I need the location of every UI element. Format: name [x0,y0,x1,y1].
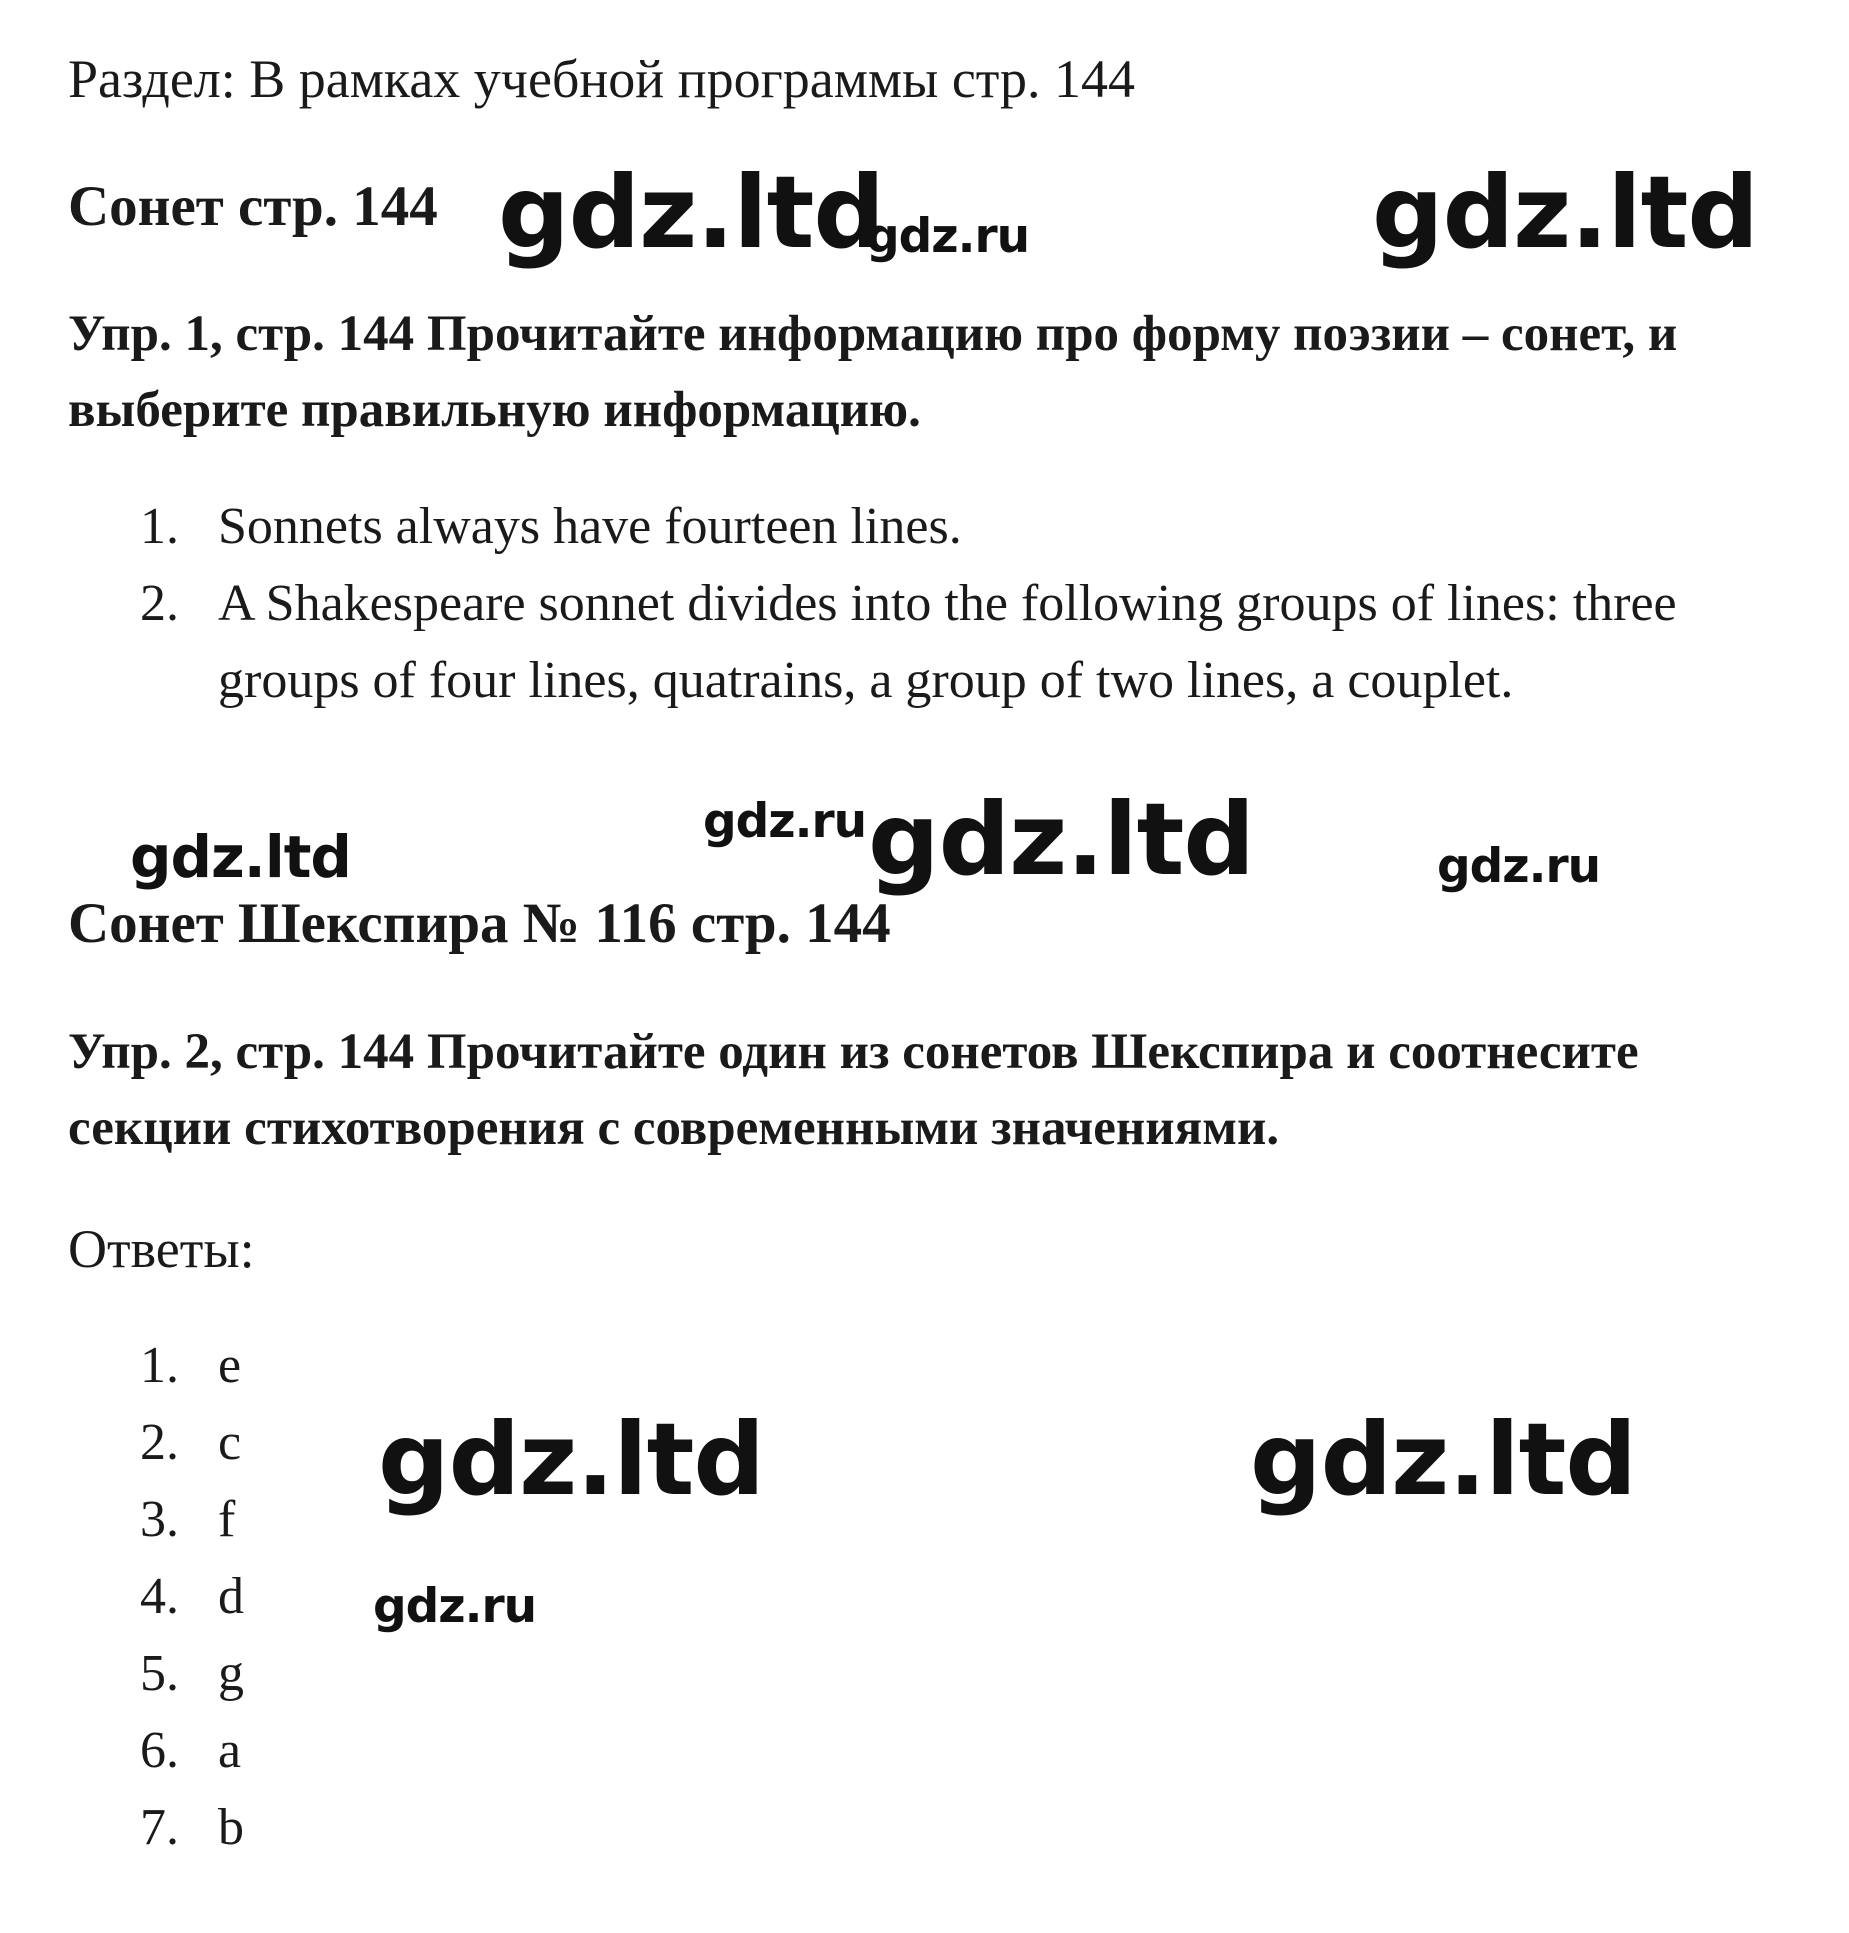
watermark-gdz-ltd: gdz.ltd [130,823,352,891]
list-item-number: 2. [140,1414,179,1471]
list-item: 7. b [140,1789,440,1866]
watermark-gdz-ru: gdz.ru [703,794,867,849]
list-item-number: 1. [140,498,179,555]
list-item: 1. Sonnets always have fourteen lines. [140,488,1820,565]
section-line: Раздел: В рамках учебной программы стр. … [68,49,1136,109]
watermark-gdz-ltd: gdz.ltd [378,1401,765,1518]
list-item: 6. a [140,1712,440,1789]
watermark-gdz-ru: gdz.ru [866,209,1030,264]
watermark-gdz-ltd: gdz.ltd [498,154,885,271]
watermark-gdz-ltd: gdz.ltd [1250,1401,1637,1518]
list-item-text: A Shakespeare sonnet divides into the fo… [218,575,1677,709]
heading-shakespeare-sonnet: Сонет Шекспира № 116 стр. 144 [68,892,891,955]
list-item-number: 5. [140,1645,179,1702]
list-item-text: b [218,1799,244,1856]
watermark-gdz-ltd: gdz.ltd [868,781,1255,898]
list-item-text: g [218,1645,244,1702]
list-item: 1. e [140,1327,440,1404]
watermark-gdz-ru: gdz.ru [373,1579,537,1634]
list-item-number: 1. [140,1337,179,1394]
list-item-number: 7. [140,1799,179,1856]
task-1-text: Упр. 1, стр. 144 Прочитайте информацию п… [68,306,1678,438]
list-item-number: 4. [140,1568,179,1625]
document-page: Раздел: В рамках учебной программы стр. … [0,0,1849,1933]
list-item-text: Sonnets always have fourteen lines. [218,498,962,555]
watermark-gdz-ltd: gdz.ltd [1372,154,1759,271]
list-item-number: 6. [140,1722,179,1779]
list-item-number: 2. [140,575,179,632]
answers-label: Ответы: [68,1219,255,1279]
task-2-text: Упр. 2, стр. 144 Прочитайте один из соне… [68,1024,1639,1156]
list-item-text: e [218,1337,242,1394]
list-item-number: 3. [140,1491,179,1548]
watermark-gdz-ru: gdz.ru [1437,839,1601,894]
list-item: 2. A Shakespeare sonnet divides into the… [140,565,1820,719]
sonnet-facts-list: 1. Sonnets always have fourteen lines. 2… [140,488,1820,719]
list-item-text: a [218,1722,242,1779]
list-item: 5. g [140,1635,440,1712]
heading-sonnet: Сонет стр. 144 [68,175,438,238]
